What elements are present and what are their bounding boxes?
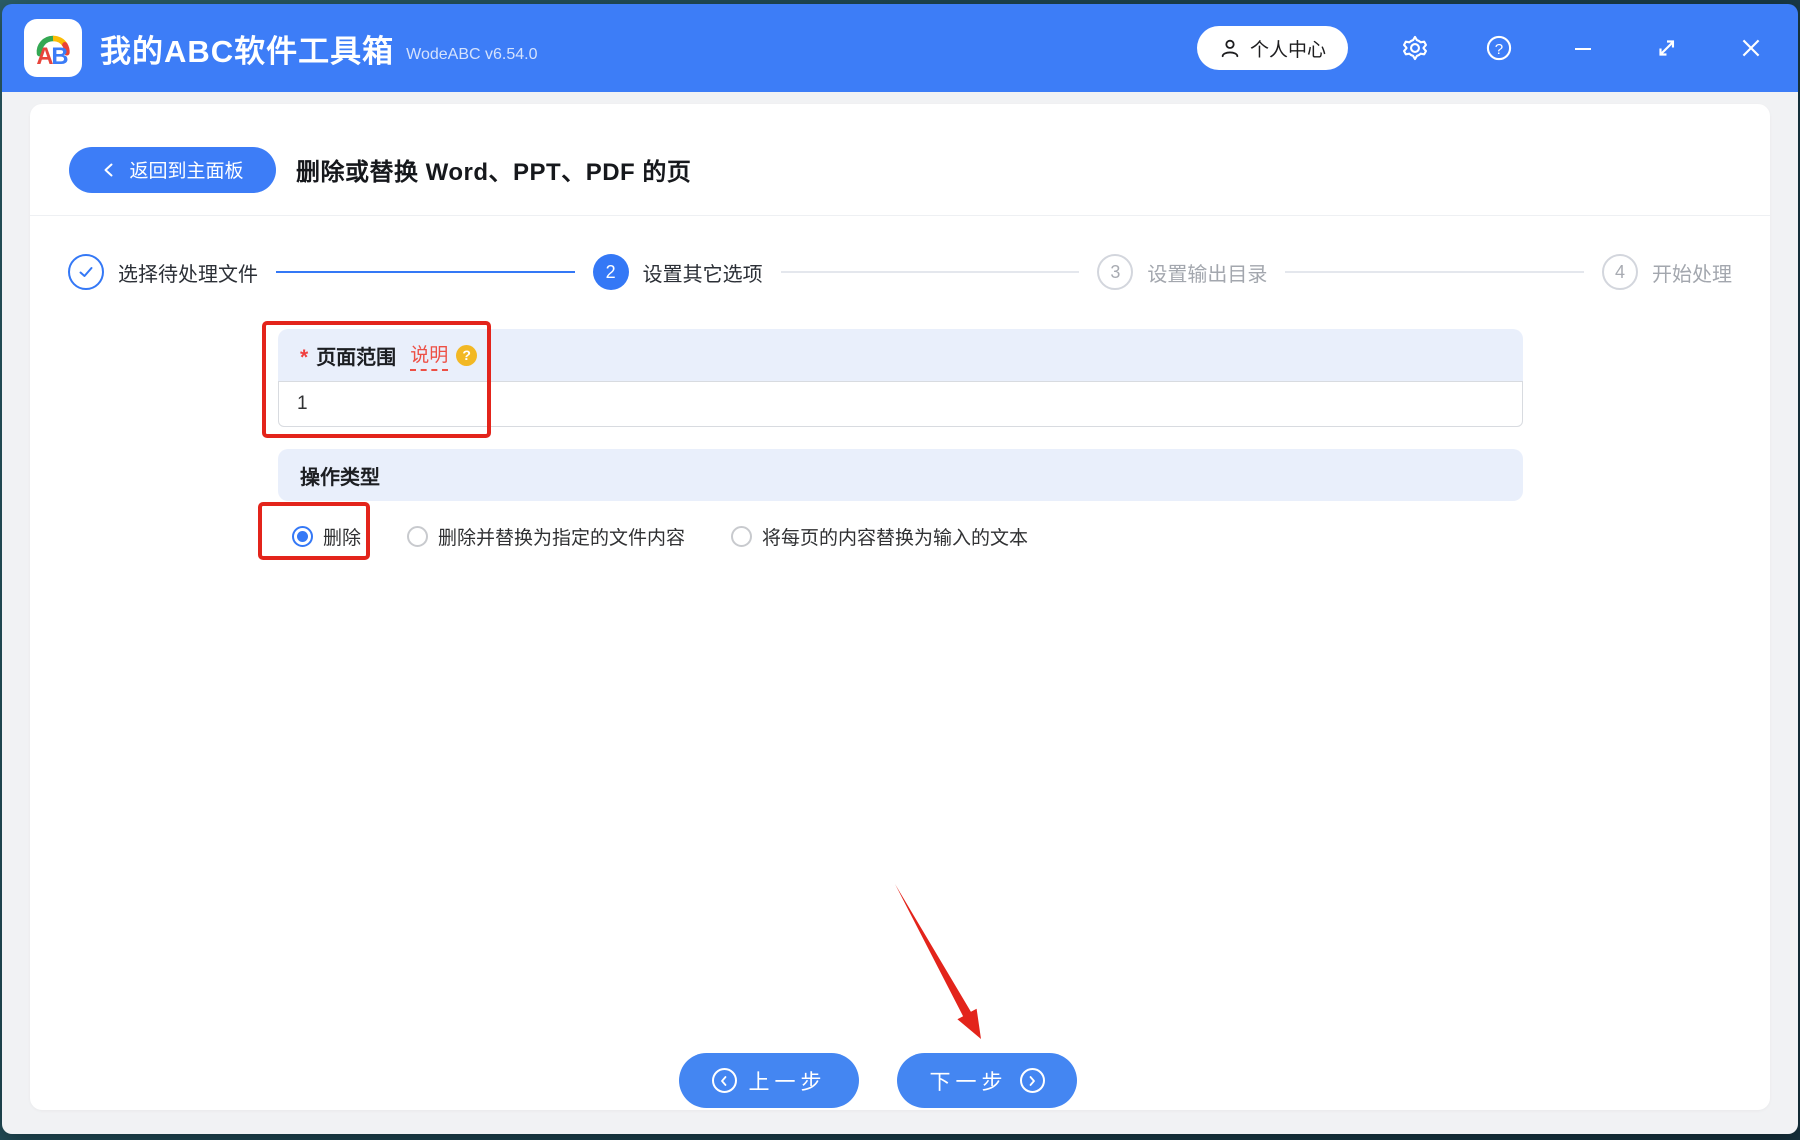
- svg-text:B: B: [51, 43, 68, 70]
- circle-chevron-left-icon: [711, 1068, 737, 1093]
- stepper: 选择待处理文件 2 设置其它选项 3 设置输出目录 4 开始处理: [68, 254, 1732, 290]
- help-icon: ?: [1486, 35, 1512, 61]
- page-title: 删除或替换 Word、PPT、PDF 的页: [296, 159, 692, 186]
- settings-button[interactable]: [1398, 31, 1432, 65]
- step-3-circle: 3: [1097, 254, 1134, 290]
- operation-type-options: 删除 删除并替换为指定的文件内容 将每页的内容替换为输入的文本: [278, 523, 1523, 550]
- back-to-dashboard-button[interactable]: 返回到主面板: [69, 146, 276, 193]
- help-button[interactable]: ?: [1482, 31, 1516, 65]
- maximize-button[interactable]: [1650, 31, 1684, 65]
- step-3-label: 设置输出目录: [1147, 263, 1268, 286]
- radio-replace-with-text-label: 将每页的内容替换为输入的文本: [762, 528, 1029, 549]
- previous-step-button[interactable]: 上一步: [679, 1053, 859, 1108]
- question-badge-icon[interactable]: ?: [456, 344, 478, 366]
- step-connector: [780, 271, 1080, 273]
- app-logo: A B: [24, 19, 82, 77]
- page-range-group: * 页面范围 说明 ?: [278, 329, 1523, 427]
- app-window: A B 我的ABC软件工具箱 WodeABC v6.54.0 个人中心 ? 返回…: [2, 4, 1798, 1134]
- radio-delete-label: 删除: [323, 528, 362, 549]
- step-4-circle: 4: [1602, 254, 1639, 290]
- step-1-label: 选择待处理文件: [118, 263, 258, 286]
- title-bar: A B 我的ABC软件工具箱 WodeABC v6.54.0 个人中心 ?: [2, 4, 1798, 92]
- app-version: WodeABC v6.54.0: [406, 46, 538, 63]
- user-center-button[interactable]: 个人中心: [1196, 26, 1348, 70]
- check-icon: [79, 267, 93, 277]
- step-start-processing: 4 开始处理: [1602, 254, 1732, 290]
- step-output-directory: 3 设置输出目录: [1097, 254, 1267, 290]
- options-form: * 页面范围 说明 ? 操作类型 删除: [278, 329, 1523, 550]
- step-2-circle: 2: [592, 254, 629, 290]
- step-select-files: 选择待处理文件: [68, 254, 258, 290]
- radio-unselected-icon: [407, 526, 429, 547]
- app-title: 我的ABC软件工具箱: [100, 33, 395, 69]
- close-button[interactable]: [1734, 31, 1768, 65]
- annotation-arrow: [895, 884, 981, 1039]
- radio-unselected-icon: [731, 526, 753, 547]
- radio-delete[interactable]: 删除: [292, 523, 361, 550]
- radio-selected-icon: [292, 526, 313, 547]
- previous-step-label: 上一步: [748, 1070, 827, 1094]
- minimize-button[interactable]: [1566, 31, 1600, 65]
- step-4-label: 开始处理: [1652, 263, 1733, 286]
- operation-type-header: 操作类型: [278, 449, 1523, 501]
- step-2-label: 设置其它选项: [642, 263, 763, 286]
- maximize-icon: [1659, 40, 1675, 56]
- step-set-options: 2 设置其它选项: [592, 254, 763, 290]
- page-range-help-link[interactable]: 说明: [410, 340, 449, 371]
- abc-logo-icon: A B: [36, 35, 70, 70]
- step-connector: [276, 271, 575, 273]
- page-range-input[interactable]: [278, 381, 1523, 427]
- step-1-circle: [68, 254, 104, 290]
- operation-type-label: 操作类型: [300, 466, 380, 489]
- minimize-icon: [1575, 48, 1591, 50]
- radio-delete-replace-file-label: 删除并替换为指定的文件内容: [438, 528, 686, 549]
- svg-text:?: ?: [1495, 41, 1503, 58]
- gear-icon: [1402, 35, 1428, 61]
- circle-chevron-right-icon: [1019, 1068, 1045, 1093]
- person-icon: [1221, 39, 1239, 58]
- card-header: 返回到主面板 删除或替换 Word、PPT、PDF 的页: [30, 104, 1770, 216]
- back-button-label: 返回到主面板: [129, 161, 244, 182]
- user-center-label: 个人中心: [1249, 39, 1326, 61]
- page-range-label: 页面范围: [316, 346, 397, 369]
- operation-type-group: 操作类型 删除 删除并替换为指定的文件内容 将每页的内容替换为输入的文本: [278, 449, 1523, 550]
- wizard-footer: 上一步 下一步: [8, 1053, 1748, 1108]
- page-range-header: * 页面范围 说明 ?: [278, 329, 1523, 381]
- content-card: 返回到主面板 删除或替换 Word、PPT、PDF 的页 选择待处理文件 2 设…: [30, 104, 1770, 1110]
- next-step-label: 下一步: [929, 1070, 1008, 1094]
- next-step-button[interactable]: 下一步: [897, 1053, 1077, 1108]
- required-mark: *: [300, 346, 309, 369]
- radio-delete-replace-file[interactable]: 删除并替换为指定的文件内容: [407, 523, 685, 550]
- app-body: 返回到主面板 删除或替换 Word、PPT、PDF 的页 选择待处理文件 2 设…: [2, 92, 1798, 1134]
- radio-replace-with-text[interactable]: 将每页的内容替换为输入的文本: [731, 523, 1028, 550]
- chevron-left-icon: [104, 163, 113, 176]
- close-icon: [1742, 39, 1760, 57]
- step-connector: [1285, 271, 1585, 273]
